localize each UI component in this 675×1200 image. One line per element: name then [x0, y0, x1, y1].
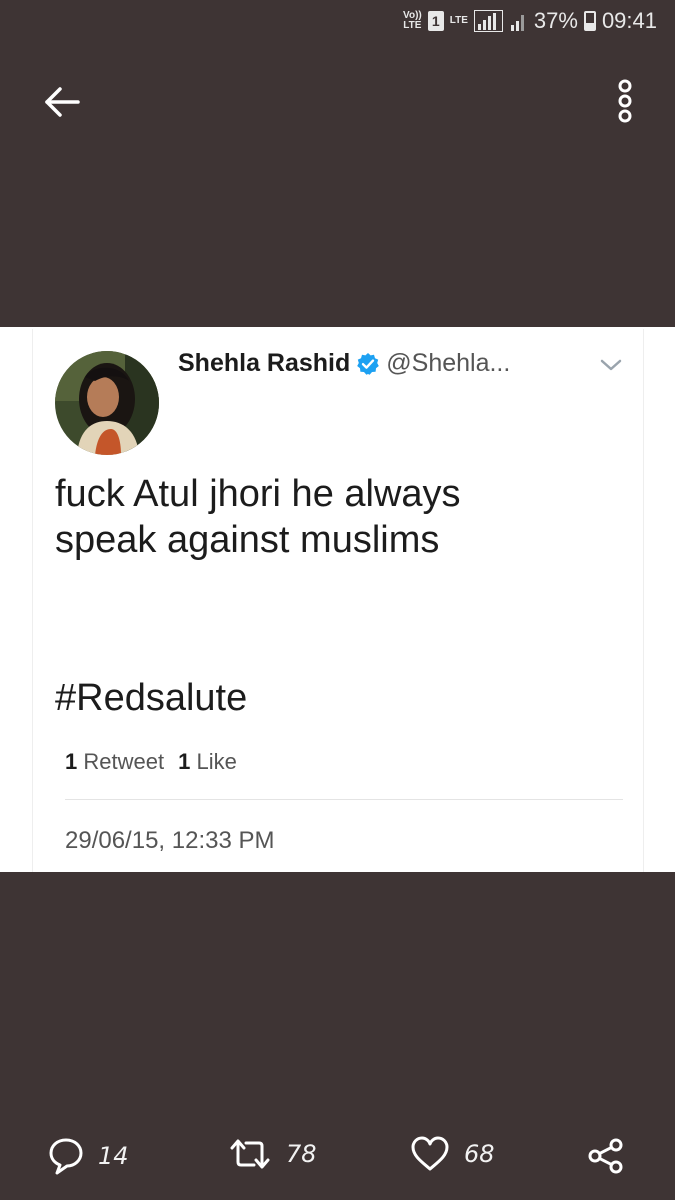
clock: 09:41 — [601, 8, 657, 33]
lte-indicator: LTE — [449, 15, 468, 26]
tweet-card: Shehla Rashid @Shehla... fuck Atul jhori… — [32, 329, 644, 872]
back-button[interactable] — [38, 78, 86, 126]
volte-sub-label: LTE — [403, 20, 422, 31]
sim-indicator: 1 — [427, 11, 444, 31]
more-vertical-icon — [618, 79, 632, 123]
action-bar: 14 78 68 — [0, 1128, 675, 1188]
divider — [65, 799, 623, 800]
like-stat: 1 Like — [178, 749, 237, 775]
battery-level — [585, 23, 594, 29]
battery-percent: 37% — [533, 8, 578, 33]
tweet-author: Shehla Rashid @Shehla... — [178, 349, 510, 378]
tweet-hashtag: #Redsalute — [55, 677, 248, 719]
top-app-bar — [0, 72, 675, 132]
chevron-down-icon — [600, 359, 622, 371]
tweet-screenshot-image[interactable]: Shehla Rashid @Shehla... fuck Atul jhori… — [0, 327, 675, 872]
retweet-icon — [230, 1139, 270, 1169]
volte-indicator: Vo)) LTE — [403, 11, 422, 31]
more-options-button[interactable] — [611, 76, 639, 126]
status-indicators: Vo)) LTE 1 LTE 37% 09:41 — [403, 8, 657, 34]
tweet-body: fuck Atul jhori he always speak against … — [55, 471, 615, 563]
verified-badge-icon — [357, 352, 380, 375]
reply-button[interactable]: 14 — [48, 1136, 129, 1176]
retweet-stat: 1 Retweet — [65, 749, 164, 775]
author-display-name: Shehla Rashid — [178, 349, 351, 377]
retweet-stat-count: 1 — [65, 749, 78, 774]
like-button[interactable]: 68 — [410, 1136, 495, 1172]
retweet-button[interactable]: 78 — [228, 1136, 317, 1172]
tweet-text-line: speak against muslims — [55, 519, 440, 561]
reply-count: 14 — [98, 1142, 129, 1170]
heart-icon — [411, 1136, 449, 1171]
share-icon — [588, 1138, 623, 1174]
like-count: 68 — [464, 1140, 495, 1168]
avatar — [55, 351, 159, 455]
retweet-count: 78 — [286, 1140, 317, 1168]
avatar-picture — [55, 351, 159, 455]
secondary-signal-icon — [510, 15, 524, 31]
like-stat-count: 1 — [178, 749, 191, 774]
tweet-stats: 1 Retweet 1 Like — [65, 749, 237, 775]
reply-icon — [49, 1138, 83, 1175]
tweet-text-line: fuck Atul jhori he always — [55, 473, 461, 515]
share-button[interactable] — [586, 1136, 626, 1176]
status-bar: Vo)) LTE 1 LTE 37% 09:41 — [0, 0, 675, 46]
author-handle: @Shehla... — [386, 349, 511, 377]
like-stat-label: Like — [196, 749, 237, 774]
battery-icon — [583, 11, 596, 31]
signal-strength-icon — [473, 10, 503, 32]
arrow-left-icon — [45, 87, 80, 117]
tweet-timestamp: 29/06/15, 12:33 PM — [65, 827, 275, 854]
retweet-stat-label: Retweet — [83, 749, 165, 774]
